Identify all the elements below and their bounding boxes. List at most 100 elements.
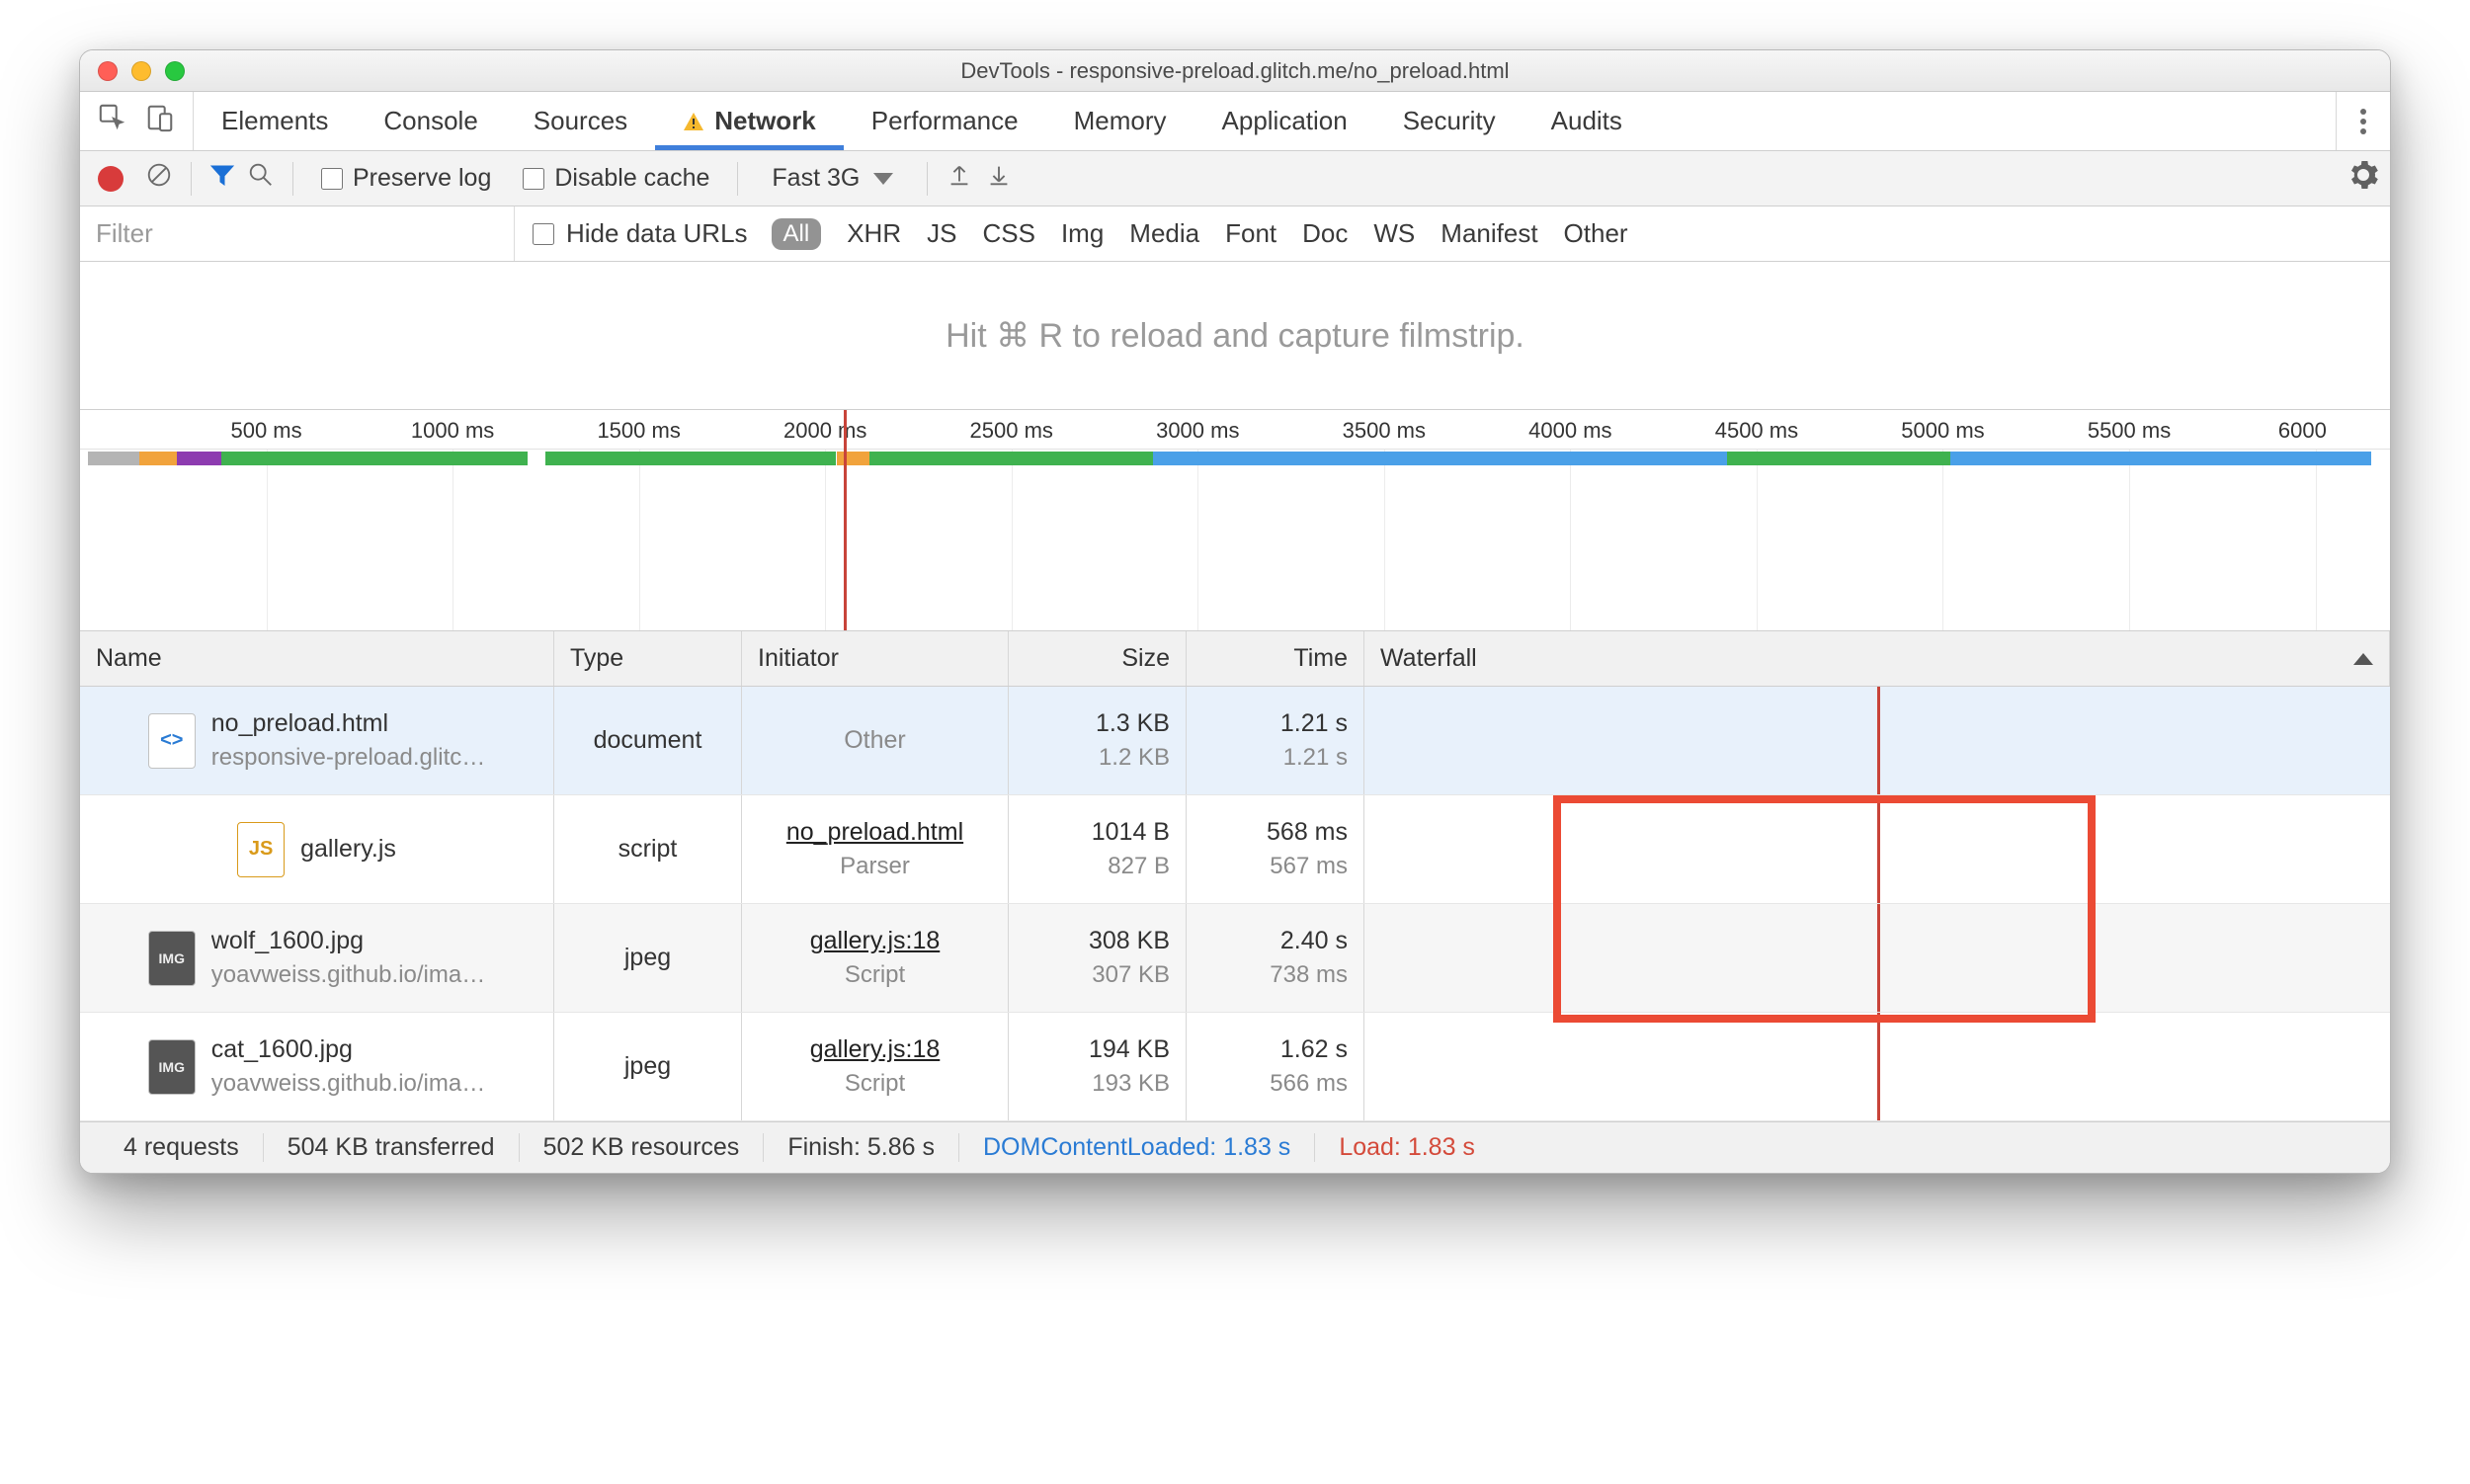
request-latency: 566 ms (1270, 1070, 1348, 1098)
titlebar: DevTools - responsive-preload.glitch.me/… (80, 50, 2390, 92)
tab-application[interactable]: Application (1194, 92, 1375, 150)
filter-type-img[interactable]: Img (1061, 218, 1104, 249)
request-time: 568 ms (1267, 818, 1348, 847)
hide-data-urls-input[interactable] (533, 223, 554, 245)
disable-cache-checkbox[interactable]: Disable cache (523, 164, 709, 193)
request-size: 1.3 KB (1096, 709, 1170, 738)
devtools-tabs: Elements Console Sources Network Performance… (80, 92, 2390, 151)
network-status-bar: 4 requests 504 KB transferred 502 KB res… (80, 1121, 2390, 1173)
settings-icon[interactable] (2348, 160, 2378, 197)
preserve-log-input[interactable] (321, 168, 343, 190)
throttling-select[interactable]: Fast 3G (756, 164, 909, 193)
import-har-icon[interactable] (946, 161, 973, 196)
network-toolbar: Preserve log Disable cache Fast 3G (80, 151, 2390, 206)
tab-label: Console (383, 106, 477, 136)
tab-security[interactable]: Security (1375, 92, 1523, 150)
request-type: jpeg (624, 944, 671, 972)
request-row[interactable]: IMG cat_1600.jpg yoavweiss.github.io/ima… j… (80, 1013, 2390, 1121)
tab-label: Elements (221, 106, 328, 136)
hide-data-urls-checkbox[interactable]: Hide data URLs (533, 218, 748, 249)
filter-input[interactable] (80, 206, 515, 261)
request-initiator[interactable]: no_preload.html (786, 818, 963, 847)
footer-domcontentloaded: DOMContentLoaded: 1.83 s (959, 1133, 1315, 1162)
request-time: 1.21 s (1280, 709, 1348, 738)
request-row[interactable]: JSgallery.jsscriptno_preload.htmlParser1… (80, 795, 2390, 904)
tab-elements[interactable]: Elements (194, 92, 356, 150)
search-icon[interactable] (247, 161, 275, 196)
tab-audits[interactable]: Audits (1523, 92, 1650, 150)
resource-type-filters: All XHR JS CSS Img Media Font Doc WS Manifest Othe… (772, 218, 1628, 250)
request-size: 194 KB (1089, 1035, 1170, 1064)
request-name: cat_1600.jpg (211, 1035, 485, 1064)
request-latency: 567 ms (1270, 853, 1348, 880)
device-toolbar-icon[interactable] (145, 103, 175, 139)
column-type[interactable]: Type (554, 631, 742, 686)
tab-label: Sources (534, 106, 627, 136)
column-size[interactable]: Size (1009, 631, 1187, 686)
filter-type-xhr[interactable]: XHR (847, 218, 901, 249)
overview-bar (1727, 452, 1950, 465)
record-button[interactable] (98, 166, 124, 192)
overview-bar (88, 452, 140, 465)
filter-type-font[interactable]: Font (1225, 218, 1276, 249)
filter-type-other[interactable]: Other (1564, 218, 1628, 249)
filter-type-doc[interactable]: Doc (1302, 218, 1348, 249)
tab-console[interactable]: Console (356, 92, 505, 150)
overview-bar (177, 452, 221, 465)
filter-row: Hide data URLs All XHR JS CSS Img Media Font Do… (80, 206, 2390, 262)
filter-icon[interactable] (209, 162, 235, 195)
request-latency: 1.21 s (1283, 744, 1348, 772)
column-initiator[interactable]: Initiator (742, 631, 1009, 686)
overview-bar (1153, 452, 1727, 465)
filter-type-js[interactable]: JS (927, 218, 956, 249)
request-type: jpeg (624, 1052, 671, 1081)
column-time[interactable]: Time (1187, 631, 1364, 686)
more-options-icon[interactable] (2336, 92, 2390, 150)
filter-type-manifest[interactable]: Manifest (1441, 218, 1537, 249)
overview-bar (1950, 452, 2371, 465)
disable-cache-input[interactable] (523, 168, 544, 190)
request-initiator[interactable]: gallery.js:18 (810, 1035, 941, 1064)
tab-label: Network (714, 106, 816, 136)
overview-bar (869, 452, 1153, 465)
filter-type-css[interactable]: CSS (982, 218, 1034, 249)
overview-tick: 3000 ms (1156, 418, 1239, 444)
filter-type-ws[interactable]: WS (1373, 218, 1415, 249)
filmstrip-hint: Hit ⌘ R to reload and capture filmstrip. (80, 262, 2390, 410)
filter-type-media[interactable]: Media (1129, 218, 1199, 249)
request-host: yoavweiss.github.io/ima… (211, 1070, 485, 1098)
request-initiator-type: Script (845, 1070, 905, 1098)
file-icon: IMG (148, 1039, 196, 1095)
request-type: script (618, 835, 678, 864)
footer-requests: 4 requests (100, 1133, 264, 1162)
overview-tick: 2500 ms (970, 418, 1053, 444)
overview-timeline[interactable]: 500 ms1000 ms1500 ms2000 ms2500 ms3000 m… (80, 410, 2390, 631)
table-header: Name Type Initiator Size Time Waterfall (80, 631, 2390, 687)
overview-bar (221, 452, 527, 465)
tab-performance[interactable]: Performance (844, 92, 1046, 150)
request-type: document (594, 726, 702, 755)
preserve-log-checkbox[interactable]: Preserve log (321, 164, 491, 193)
request-name: gallery.js (300, 835, 396, 864)
request-time: 1.62 s (1280, 1035, 1348, 1064)
tab-sources[interactable]: Sources (506, 92, 655, 150)
file-icon: JS (237, 822, 285, 877)
clear-icon[interactable] (145, 161, 173, 196)
request-row[interactable]: IMGwolf_1600.jpgyoavweiss.github.io/ima…… (80, 904, 2390, 1013)
column-waterfall[interactable]: Waterfall (1364, 631, 2390, 686)
footer-resources: 502 KB resources (520, 1133, 765, 1162)
footer-finish: Finish: 5.86 s (764, 1133, 959, 1162)
request-latency: 738 ms (1270, 961, 1348, 989)
tab-network[interactable]: Network (655, 97, 844, 150)
column-name[interactable]: Name (80, 631, 554, 686)
request-row[interactable]: <>no_preload.htmlresponsive-preload.glit… (80, 687, 2390, 795)
devtools-window: DevTools - responsive-preload.glitch.me/… (79, 49, 2391, 1174)
tab-memory[interactable]: Memory (1046, 92, 1194, 150)
inspect-element-icon[interactable] (98, 103, 127, 139)
export-har-icon[interactable] (985, 161, 1013, 196)
overview-tick: 1000 ms (411, 418, 494, 444)
request-initiator[interactable]: gallery.js:18 (810, 927, 941, 955)
request-time: 2.40 s (1280, 927, 1348, 955)
filter-type-all[interactable]: All (772, 218, 822, 250)
request-size-resource: 827 B (1108, 853, 1170, 880)
